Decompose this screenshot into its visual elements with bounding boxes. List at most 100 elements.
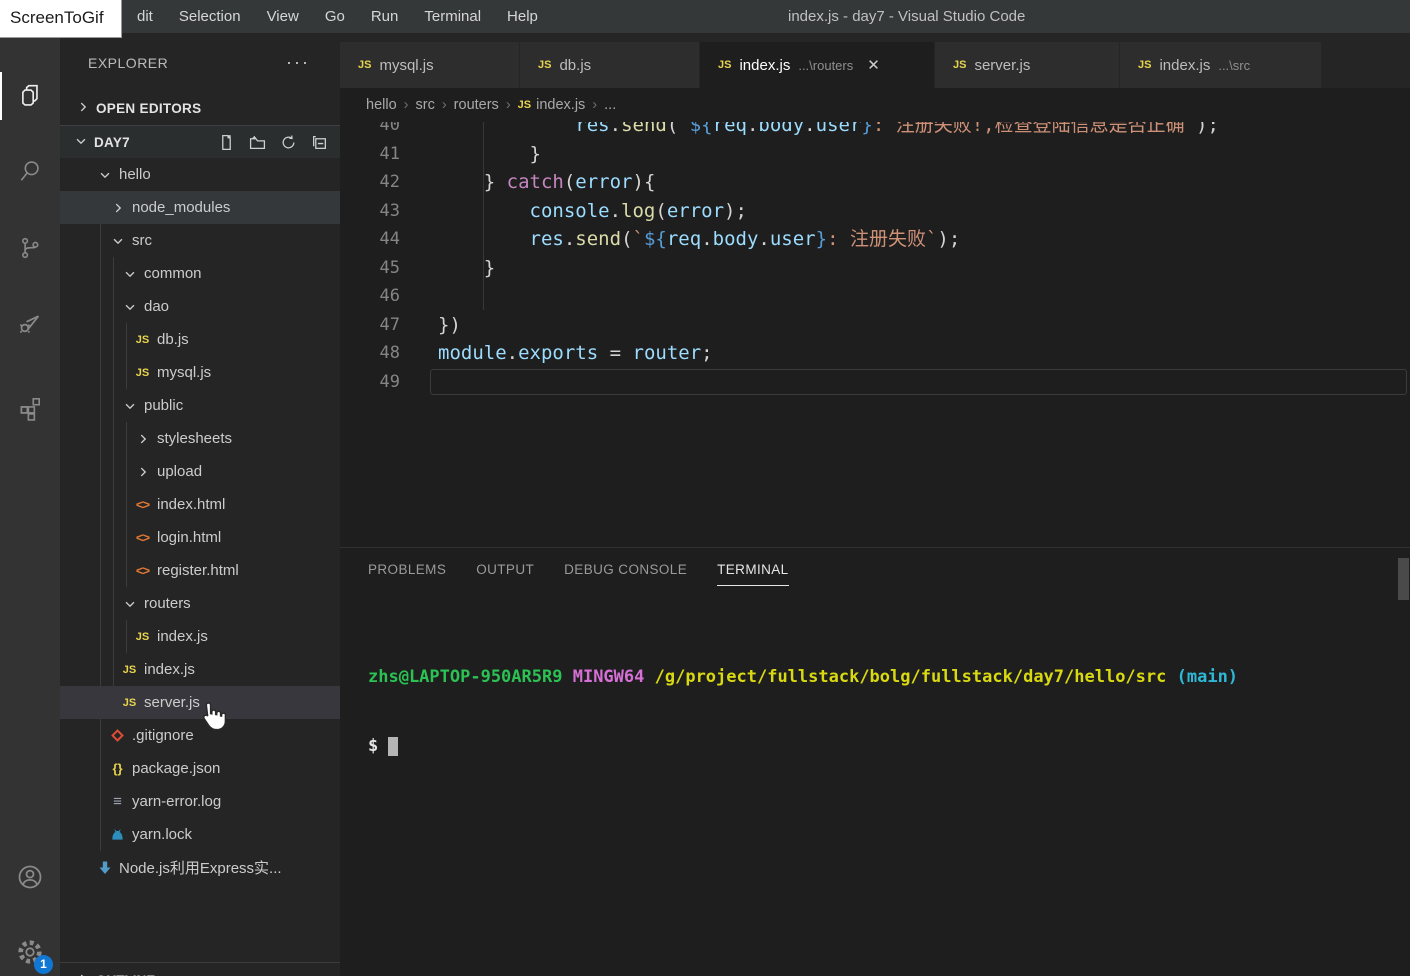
collapse-all-icon[interactable] — [311, 134, 328, 151]
terminal-prompt-line: zhs@LAPTOP-950AR5R9 MINGW64 /g/project/f… — [368, 666, 1410, 689]
tree-item-node-modules[interactable]: node_modules — [60, 191, 340, 224]
terminal-input-line: $ — [368, 735, 1410, 758]
code-line[interactable]: 44 res.send(`${req.body.user}: 注册失败`); — [340, 225, 1410, 254]
run-debug-icon[interactable] — [0, 299, 60, 347]
chevron-down-icon — [121, 397, 138, 414]
log-file-icon: ≡ — [109, 793, 126, 810]
menu-run[interactable]: Run — [358, 0, 412, 33]
explorer-sidebar: EXPLORER ··· OPEN EDITORS DAY7 — [60, 33, 340, 976]
js-file-icon: JS — [121, 694, 138, 711]
doc-arrow-icon — [96, 859, 113, 876]
tree-item-gitignore[interactable]: .gitignore — [60, 719, 340, 752]
tree-item-dao[interactable]: dao — [60, 290, 340, 323]
code-line[interactable]: 45 } — [340, 254, 1410, 283]
activity-bar: 1 — [0, 33, 60, 976]
js-file-icon: JS — [718, 59, 731, 71]
section-divider — [60, 962, 340, 963]
chevron-right-icon — [76, 972, 90, 976]
new-file-icon[interactable] — [218, 134, 235, 151]
terminal[interactable]: zhs@LAPTOP-950AR5R9 MINGW64 /g/project/f… — [368, 620, 1410, 804]
chevron-right-icon — [109, 199, 126, 216]
tree-item-package-json[interactable]: {} package.json — [60, 752, 340, 785]
search-icon[interactable] — [0, 147, 60, 195]
outline-section[interactable]: OUTLINE — [60, 964, 340, 976]
new-folder-icon[interactable] — [249, 134, 266, 151]
breadcrumb-src[interactable]: src — [415, 97, 434, 113]
tree-item-register-html[interactable]: <> register.html — [60, 554, 340, 587]
screentogif-overlay-window[interactable]: ScreenToGif — [0, 0, 122, 38]
js-file-icon: JS — [134, 364, 151, 381]
code-line[interactable]: 43 console.log(error); — [340, 197, 1410, 226]
tab-debug-console[interactable]: DEBUG CONSOLE — [564, 562, 687, 586]
js-file-icon: JS — [538, 59, 551, 71]
source-control-icon[interactable] — [0, 224, 60, 272]
html-file-icon: <> — [134, 529, 151, 546]
menu-edit[interactable]: dit — [124, 0, 166, 33]
code-line[interactable]: 47}) — [340, 311, 1410, 340]
tab-index-js-routers[interactable]: JS index.js ...\routers ✕ — [700, 42, 935, 88]
js-file-icon: JS — [358, 59, 371, 71]
menu-help[interactable]: Help — [494, 0, 551, 33]
tree-item-nodejs-express-doc[interactable]: Node.js利用Express实... — [60, 851, 340, 884]
menu-go[interactable]: Go — [312, 0, 358, 33]
js-file-icon: JS — [953, 59, 966, 71]
tree-item-src[interactable]: src — [60, 224, 340, 257]
tree-item-server-js[interactable]: JS server.js — [60, 686, 340, 719]
more-actions-icon[interactable]: ··· — [286, 52, 310, 73]
menu-terminal[interactable]: Terminal — [411, 0, 494, 33]
chevron-right-icon: › — [404, 97, 409, 113]
js-file-icon: JS — [1138, 59, 1151, 71]
chevron-right-icon — [134, 463, 151, 480]
code-line[interactable]: 46 — [340, 282, 1410, 311]
settings-gear-icon[interactable]: 1 — [0, 928, 60, 976]
tree-item-db-js[interactable]: JS db.js — [60, 323, 340, 356]
tree-item-yarn-error-log[interactable]: ≡ yarn-error.log — [60, 785, 340, 818]
tab-terminal[interactable]: TERMINAL — [717, 562, 788, 586]
settings-badge: 1 — [34, 955, 53, 974]
tree-item-mysql-js[interactable]: JS mysql.js — [60, 356, 340, 389]
tree-item-routers[interactable]: routers — [60, 587, 340, 620]
tab-mysql-js[interactable]: JS mysql.js — [340, 42, 520, 88]
tab-index-js-src[interactable]: JS index.js ...\src — [1120, 42, 1322, 88]
open-editors-section[interactable]: OPEN EDITORS — [60, 92, 340, 125]
code-line[interactable]: 41 } — [340, 140, 1410, 169]
breadcrumb-routers[interactable]: routers — [454, 97, 499, 113]
tab-db-js[interactable]: JS db.js — [520, 42, 700, 88]
close-icon[interactable]: ✕ — [867, 56, 880, 74]
code-line-current[interactable]: 49 — [340, 368, 1410, 397]
tree-item-src-index-js[interactable]: JS index.js — [60, 653, 340, 686]
bottom-panel: PROBLEMS OUTPUT DEBUG CONSOLE TERMINAL z… — [340, 547, 1410, 976]
refresh-icon[interactable] — [280, 134, 297, 151]
code-line[interactable]: 42 } catch(error){ — [340, 168, 1410, 197]
workspace-root-section[interactable]: DAY7 — [60, 125, 340, 158]
tree-item-routers-index-js[interactable]: JS index.js — [60, 620, 340, 653]
chevron-right-icon — [76, 100, 90, 117]
terminal-cursor — [388, 737, 398, 756]
tab-output[interactable]: OUTPUT — [476, 562, 534, 586]
code-editor[interactable]: 40 res.send(`${req.body.user}: 注册失败!,检查登… — [340, 122, 1410, 547]
breadcrumb-symbol-ellipsis[interactable]: ... — [604, 97, 616, 113]
explorer-icon[interactable] — [0, 72, 60, 120]
tab-problems[interactable]: PROBLEMS — [368, 562, 446, 586]
tree-item-yarn-lock[interactable]: yarn.lock — [60, 818, 340, 851]
tree-item-upload[interactable]: upload — [60, 455, 340, 488]
tree-item-hello[interactable]: hello — [60, 158, 340, 191]
tree-item-login-html[interactable]: <> login.html — [60, 521, 340, 554]
tree-item-stylesheets[interactable]: stylesheets — [60, 422, 340, 455]
breadcrumb: hello › src › routers › JS index.js › ..… — [340, 88, 1410, 122]
chevron-down-icon — [121, 298, 138, 315]
tab-server-js[interactable]: JS server.js — [935, 42, 1120, 88]
panel-scrollbar[interactable] — [1398, 558, 1409, 600]
html-file-icon: <> — [134, 562, 151, 579]
breadcrumb-hello[interactable]: hello — [366, 97, 397, 113]
code-line[interactable]: 48module.exports = router; — [340, 339, 1410, 368]
account-icon[interactable] — [0, 853, 60, 901]
code-line[interactable]: 40 res.send(`${req.body.user}: 注册失败!,检查登… — [340, 122, 1410, 140]
extensions-icon[interactable] — [0, 384, 60, 432]
tree-item-public[interactable]: public — [60, 389, 340, 422]
menu-view[interactable]: View — [254, 0, 312, 33]
breadcrumb-index-js[interactable]: index.js — [536, 97, 585, 113]
tree-item-common[interactable]: common — [60, 257, 340, 290]
tree-item-index-html[interactable]: <> index.html — [60, 488, 340, 521]
menu-selection[interactable]: Selection — [166, 0, 254, 33]
